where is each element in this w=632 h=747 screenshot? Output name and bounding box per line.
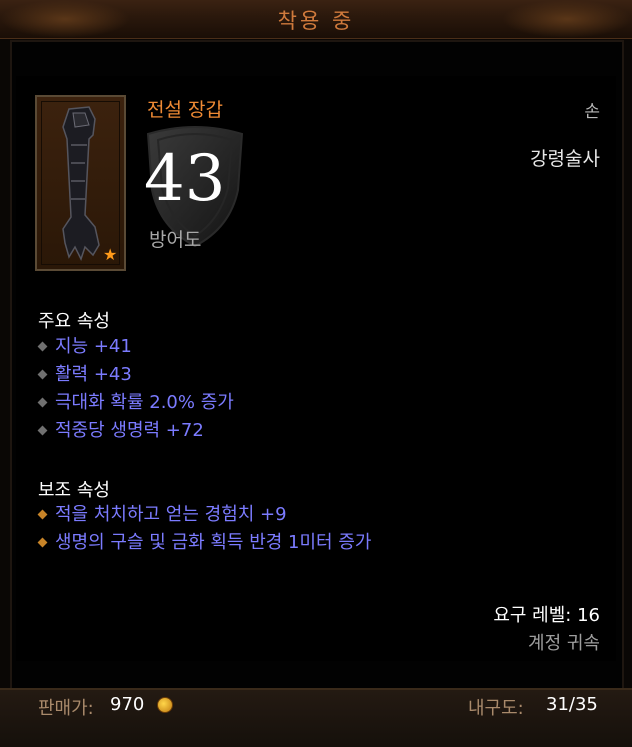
gold-coin-icon [157,697,173,713]
sell-price-label: 판매가: [38,698,94,719]
armor-value: 43 [144,142,226,216]
diamond-bullet-icon [37,341,48,351]
account-bound: 계정 귀속 [528,633,600,654]
durability-label: 내구도: [468,698,524,719]
header-title: 착용 중 [277,9,355,33]
diamond-bullet-icon [37,397,48,407]
diamond-bullet-icon [37,369,48,379]
primary-section-title: 주요 속성 [38,311,110,332]
tooltip-header: 착용 중 [0,0,632,39]
item-slot: 손 [584,102,600,122]
secondary-affix: 적을 처치하고 얻는 경험치 +9 [37,502,287,528]
primary-affix: 극대화 확률 2.0% 증가 [37,390,234,416]
secondary-affix: 생명의 구슬 및 금화 획득 반경 1미터 증가 [37,530,371,556]
star-icon: ★ [103,245,118,264]
required-level: 요구 레벨: 16 [493,605,600,626]
item-portrait: ★ [35,95,126,271]
tooltip-footer [0,688,632,747]
item-name: 전설 장갑 [147,99,223,121]
diamond-bullet-icon [37,509,48,519]
gauntlet-icon [62,106,100,261]
diamond-bullet-icon [37,425,48,435]
durability-value: 31/35 [546,694,598,715]
primary-affix: 활력 +43 [37,362,132,388]
item-class: 강령술사 [530,148,600,170]
primary-affix: 적중당 생명력 +72 [37,418,204,444]
diamond-bullet-icon [37,537,48,547]
secondary-section-title: 보조 속성 [38,480,110,501]
armor-label: 방어도 [149,229,202,251]
sell-price-value: 970 [110,694,145,715]
primary-affix: 지능 +41 [37,334,132,360]
